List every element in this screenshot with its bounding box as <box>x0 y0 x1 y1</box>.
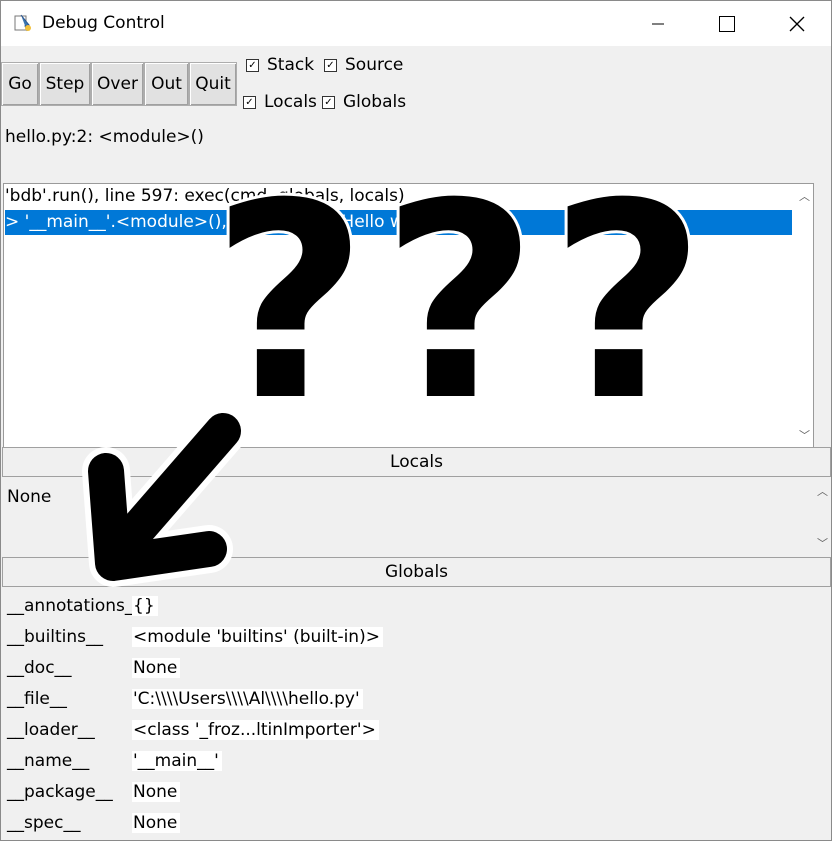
annotation-overlay: ? ? ? <box>82 142 709 587</box>
question-mark-icon: ? <box>381 145 538 460</box>
debug-control-window: Debug Control Go Step Over Out Quit ✓ St… <box>0 0 832 841</box>
arrow-down-left-icon <box>82 407 247 587</box>
question-mark-icon: ? <box>549 145 706 460</box>
